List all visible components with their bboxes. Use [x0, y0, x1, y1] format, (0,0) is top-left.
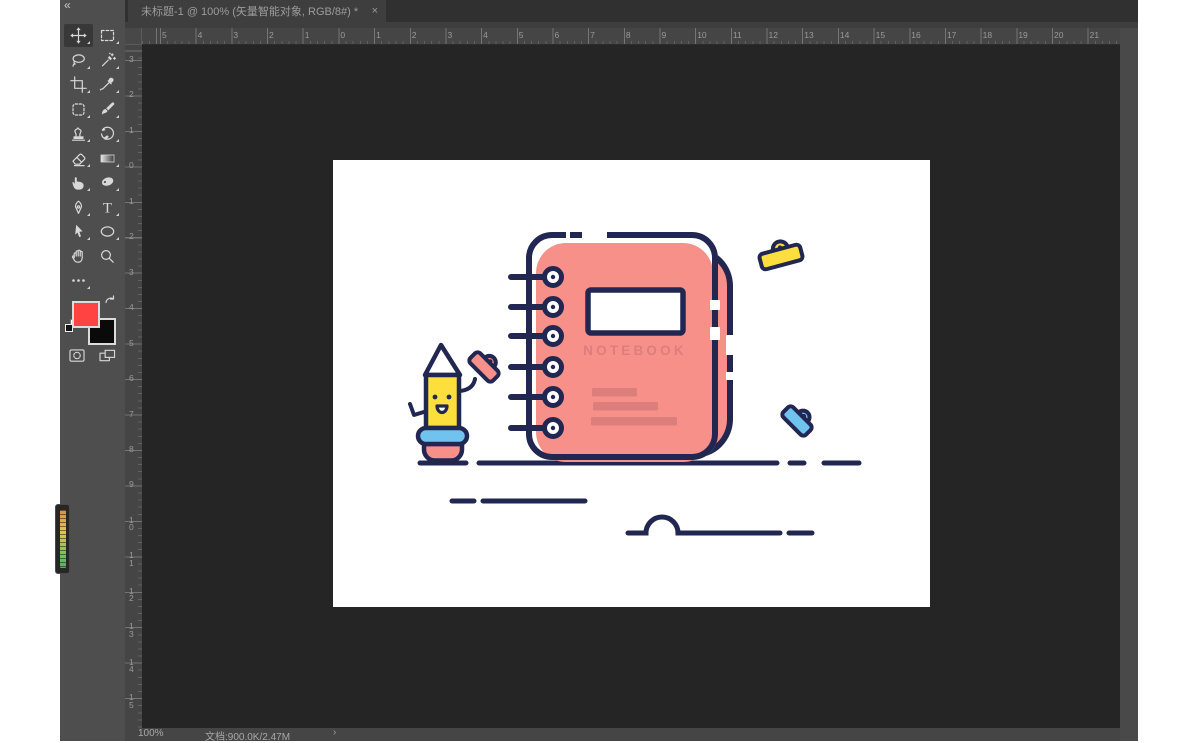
pot-rim — [418, 428, 467, 444]
magic-wand-icon — [99, 52, 116, 69]
clone-stamp-icon — [70, 125, 87, 142]
notebook-title-text: NOTEBOOK — [583, 343, 687, 358]
ellipsis-icon — [70, 272, 87, 289]
more-options-tool[interactable] — [64, 269, 93, 292]
collapse-panel-button[interactable]: « — [64, 0, 70, 12]
right-panel-edge — [1120, 28, 1138, 741]
magnifier-icon — [99, 248, 116, 265]
vertical-ruler[interactable]: 3210123456789101112131415 — [125, 45, 142, 728]
history-brush-icon — [99, 125, 116, 142]
smudge-icon — [70, 174, 87, 191]
horizontal-ruler[interactable]: 5432101234567891011121314151617181920212… — [125, 28, 1128, 45]
brush-icon — [99, 101, 116, 118]
pencil-right-arm — [459, 379, 475, 391]
dodge-icon — [99, 174, 116, 191]
tools-panel: « — [60, 0, 125, 741]
eyedropper-icon — [99, 76, 116, 93]
eraser-tool[interactable] — [64, 147, 93, 170]
clone-stamp-tool[interactable] — [64, 122, 93, 145]
document-tab-bar: 未标题-1 @ 100% (矢量智能对象, RGB/8#) * × — [125, 0, 1138, 28]
ground-lines — [420, 463, 859, 533]
patch-tool[interactable] — [64, 98, 93, 121]
pen-icon — [70, 199, 87, 216]
status-chevron-icon[interactable]: › — [333, 727, 336, 738]
eraser-icon — [70, 150, 87, 167]
pencil-eye-right — [447, 395, 452, 400]
history-brush-tool[interactable] — [93, 122, 122, 145]
screen-mode-button[interactable] — [98, 348, 117, 363]
canvas-area[interactable]: NOTEBOOK — [142, 45, 1120, 728]
notebook: NOTEBOOK — [511, 230, 737, 462]
tab-close-icon[interactable]: × — [372, 5, 378, 17]
crop-icon — [70, 76, 87, 93]
pencil-mouth — [437, 406, 447, 413]
quick-mask-button[interactable] — [68, 348, 86, 363]
pink-tag — [468, 346, 505, 383]
status-bar: 100% 文档:900.0K/2.47M › — [125, 728, 1120, 741]
rainbow-strip-icon — [60, 510, 66, 568]
gradient-tool[interactable] — [93, 147, 122, 170]
pencil-body — [426, 375, 459, 428]
swap-colors-icon[interactable] — [104, 294, 116, 306]
document-tab[interactable]: 未标题-1 @ 100% (矢量智能对象, RGB/8#) * × — [128, 0, 386, 22]
collapsed-color-panel[interactable] — [55, 504, 70, 574]
lasso-tool[interactable] — [64, 49, 93, 72]
move-tool[interactable] — [64, 24, 93, 47]
ellipse-shape-tool[interactable] — [93, 220, 122, 243]
eyedropper-tool[interactable] — [93, 73, 122, 96]
ellipse-icon — [99, 223, 116, 240]
pencil-character — [410, 345, 505, 461]
foreground-color-swatch[interactable] — [72, 301, 100, 328]
hand-tool[interactable] — [64, 245, 93, 268]
blue-clip — [781, 400, 818, 437]
notebook-label-window — [588, 290, 683, 333]
path-selection-tool[interactable] — [64, 220, 93, 243]
rectangular-marquee-tool[interactable] — [93, 24, 122, 47]
patch-icon — [70, 101, 87, 118]
brush-tool[interactable] — [93, 98, 122, 121]
gradient-icon — [99, 150, 116, 167]
yellow-clip — [757, 237, 804, 271]
crop-tool[interactable] — [64, 73, 93, 96]
hand-icon — [70, 248, 87, 265]
type-tool[interactable]: T — [93, 196, 122, 219]
photoshop-window: « — [60, 0, 1138, 741]
magic-wand-tool[interactable] — [93, 49, 122, 72]
smudge-tool[interactable] — [64, 171, 93, 194]
zoom-level-field[interactable]: 100% — [138, 728, 164, 739]
artboard[interactable]: NOTEBOOK — [333, 160, 930, 607]
ruler-corner — [125, 28, 142, 45]
selection-arrow-icon — [70, 223, 87, 240]
toolbar-mode-buttons — [60, 346, 125, 366]
move-icon — [70, 27, 87, 44]
type-icon: T — [99, 199, 116, 216]
zoom-tool[interactable] — [93, 245, 122, 268]
pencil-tip — [425, 345, 460, 375]
pencil-eye-left — [433, 395, 438, 400]
lasso-icon — [70, 52, 87, 69]
notebook-illustration: NOTEBOOK — [333, 160, 930, 607]
pot — [424, 444, 462, 461]
marquee-icon — [99, 27, 116, 44]
svg-text:T: T — [103, 201, 112, 217]
document-tab-title: 未标题-1 @ 100% (矢量智能对象, RGB/8#) * — [141, 3, 366, 19]
pen-tool[interactable] — [64, 196, 93, 219]
dodge-tool[interactable] — [93, 171, 122, 194]
